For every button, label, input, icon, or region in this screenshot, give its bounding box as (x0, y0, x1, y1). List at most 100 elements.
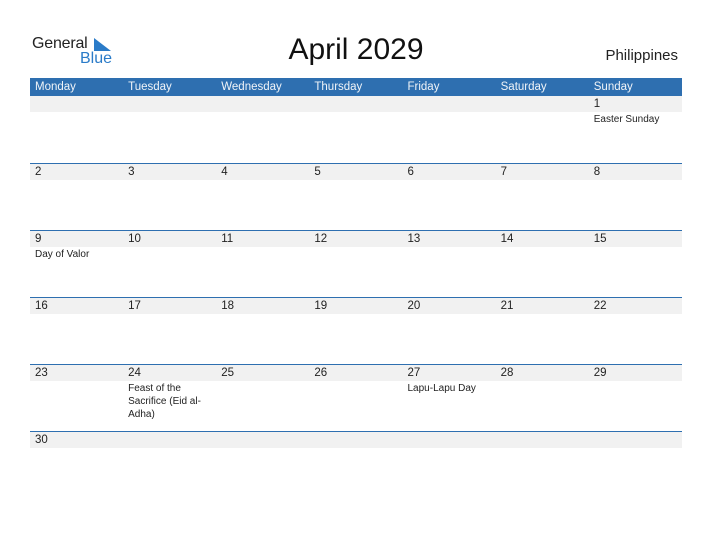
holiday-label (408, 314, 496, 315)
day-number: 26 (314, 367, 328, 379)
day-cell: 23 (30, 365, 123, 421)
week-row: 23 24 Feast of the Sacrifice (Eid al-Adha)… (30, 364, 682, 431)
week-row: 16 17 18 19 20 21 22 (30, 297, 682, 364)
day-number (128, 96, 216, 112)
day-number: 16 (35, 300, 48, 312)
day-number (221, 432, 309, 448)
day-number: 3 (128, 166, 135, 178)
day-cell: 30 (30, 432, 123, 449)
holiday-label (128, 180, 216, 181)
holiday-label (501, 448, 589, 449)
day-number (594, 432, 682, 448)
holiday-label (35, 180, 123, 181)
day-number: 7 (500, 166, 508, 178)
day-cell: 17 (123, 298, 216, 315)
holiday-label (501, 381, 589, 382)
day-number: 30 (35, 434, 48, 446)
holiday-label (128, 112, 216, 113)
day-cell: 29 (589, 365, 682, 421)
day-cell: 12 (309, 231, 402, 261)
day-cell (496, 96, 589, 126)
day-cell (403, 96, 496, 126)
holiday-label (314, 448, 402, 449)
holiday-label (408, 448, 496, 449)
holiday-label: Lapu-Lapu Day (407, 383, 476, 394)
day-number (501, 96, 589, 112)
day-number (35, 96, 123, 112)
holiday-label (594, 448, 682, 449)
holiday-label: Feast of the Sacrifice (Eid al-Adha) (128, 383, 201, 420)
day-cell: 8 (589, 164, 682, 181)
day-cell: 14 (496, 231, 589, 261)
day-number (408, 96, 496, 112)
day-number: 14 (500, 233, 514, 245)
day-number: 2 (35, 166, 42, 178)
day-number: 10 (128, 233, 141, 245)
day-cell: 20 (403, 298, 496, 315)
week-cells: 16 17 18 19 20 21 22 (30, 298, 682, 315)
holiday-label (221, 112, 309, 113)
weekday-saturday: Saturday (500, 81, 547, 93)
week-cells: 9 Day of Valor 10 11 12 13 14 15 (30, 231, 682, 261)
day-number: 23 (35, 367, 48, 379)
holiday-label (314, 314, 402, 315)
day-cell (123, 96, 216, 126)
day-cell (403, 432, 496, 449)
weekday-thursday: Thursday (314, 81, 363, 93)
day-cell: 5 (309, 164, 402, 181)
day-cell (309, 96, 402, 126)
holiday-label (221, 314, 309, 315)
day-number: 21 (500, 300, 514, 312)
day-cell: 1 Easter Sunday (589, 96, 682, 126)
holiday-label (501, 180, 589, 181)
day-number: 4 (221, 166, 228, 178)
holiday-label (408, 247, 496, 248)
day-number (408, 432, 496, 448)
holiday-label: Day of Valor (35, 249, 90, 260)
day-number: 8 (593, 166, 601, 178)
day-cell (216, 96, 309, 126)
day-number (501, 432, 589, 448)
day-number: 1 (593, 98, 601, 110)
day-cell (30, 96, 123, 126)
holiday-label (35, 381, 123, 382)
day-cell: 19 (309, 298, 402, 315)
holiday-label (501, 247, 589, 248)
day-number: 18 (221, 300, 235, 312)
day-cell: 9 Day of Valor (30, 231, 123, 261)
holiday-label (408, 112, 496, 113)
day-number: 12 (314, 233, 328, 245)
day-number: 22 (593, 300, 607, 312)
holiday-label (128, 448, 216, 449)
holiday-label (35, 448, 123, 449)
day-cell (123, 432, 216, 449)
holiday-label (501, 112, 589, 113)
day-number: 6 (407, 166, 414, 178)
day-number: 19 (314, 300, 328, 312)
day-number: 29 (593, 367, 607, 379)
day-cell (589, 432, 682, 449)
holiday-label (594, 314, 682, 315)
week-row: 1 Easter Sunday (30, 96, 682, 163)
holiday-label (594, 381, 682, 382)
day-cell: 22 (589, 298, 682, 315)
day-cell: 13 (403, 231, 496, 261)
holiday-label (408, 180, 496, 181)
holiday-label (221, 381, 309, 382)
day-cell: 11 (216, 231, 309, 261)
day-number: 5 (314, 166, 321, 178)
weekday-friday: Friday (407, 81, 440, 93)
weekday-monday: Monday (35, 81, 76, 93)
day-number: 15 (593, 233, 607, 245)
weeks-container: 1 Easter Sunday 2 3 4 5 6 7 8 9 Day of Valor 10 11 12… (30, 96, 682, 461)
day-number: 11 (221, 233, 234, 245)
holiday-label (314, 247, 402, 248)
holiday-label (594, 247, 682, 248)
day-cell: 16 (30, 298, 123, 315)
day-number (314, 432, 402, 448)
country-label: Philippines (605, 47, 678, 64)
holiday-label (314, 381, 402, 382)
day-cell: 27 Lapu-Lapu Day (403, 365, 496, 421)
calendar-grid: Monday Tuesday Wednesday Thursday Friday… (30, 78, 682, 461)
day-cell: 28 (496, 365, 589, 421)
